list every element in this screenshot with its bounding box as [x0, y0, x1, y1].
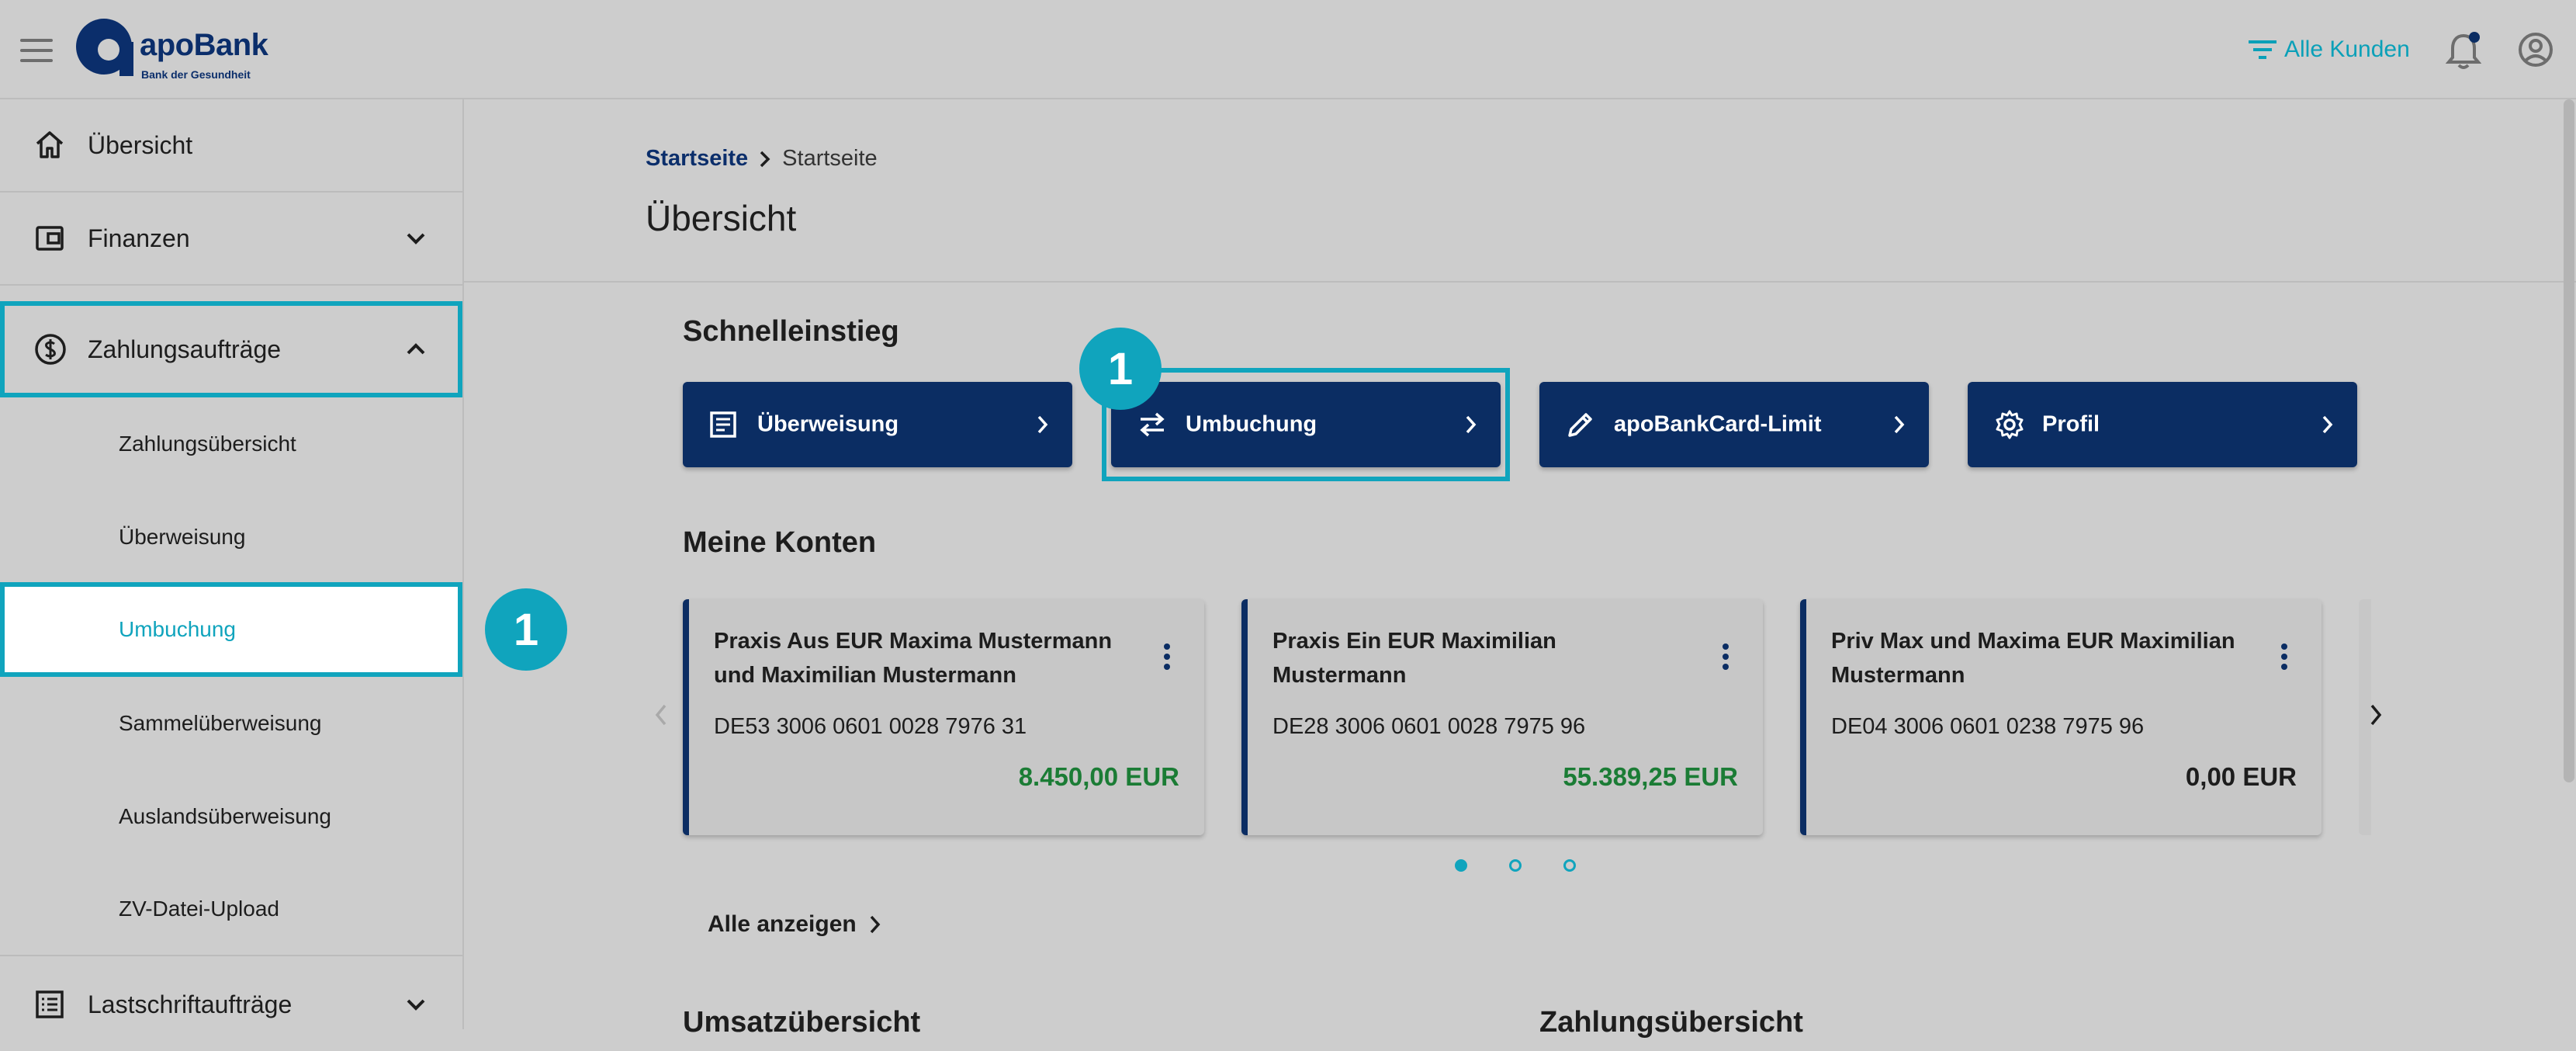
dollar-icon: [35, 334, 66, 365]
logo-text: apoBank: [140, 28, 268, 62]
transactions-overview-title: Umsatzübersicht: [683, 1006, 921, 1039]
account-name: Praxis Aus EUR Maxima Mustermann und Max…: [714, 629, 1113, 688]
sidebar-subitem-label: Zahlungsübersicht: [119, 432, 296, 456]
sidebar-item-label: Übersicht: [88, 130, 193, 159]
sidebar-item-finanzen[interactable]: Finanzen: [0, 193, 462, 286]
sidebar-item-label: Finanzen: [88, 224, 190, 252]
logo[interactable]: apoBank Bank der Gesundheit: [74, 17, 276, 87]
quick-button-label: Überweisung: [757, 411, 899, 437]
sidebar-subitem-zv-datei-upload[interactable]: ZV-Datei-Upload: [0, 863, 462, 956]
more-vert-icon[interactable]: [1162, 643, 1172, 671]
top-bar: apoBank Bank der Gesundheit Alle Kunden: [0, 0, 2576, 99]
sidebar-subitem-ueberweisung[interactable]: Überweisung: [0, 491, 462, 584]
notifications-button[interactable]: [2445, 31, 2482, 74]
sidebar-item-label: Lastschriftaufträge: [88, 990, 293, 1018]
account-name: Praxis Ein EUR Maximilian Mustermann: [1272, 629, 1556, 688]
quick-ueberweisung-button[interactable]: Überweisung: [683, 382, 1072, 467]
sidebar-subitem-label: Auslandsüberweisung: [119, 804, 331, 828]
quick-apobankcard-limit-button[interactable]: apoBankCard-Limit: [1539, 382, 1929, 467]
step-badge: 1: [485, 588, 567, 671]
more-vert-icon[interactable]: [2280, 643, 2289, 671]
carousel-prev-icon[interactable]: [654, 703, 668, 727]
account-iban: DE28 3006 0601 0028 7975 96: [1272, 714, 1586, 739]
pencil-icon: [1568, 413, 1592, 437]
show-all-label: Alle anzeigen: [708, 911, 857, 937]
account-balance: 0,00 EUR: [2185, 762, 2297, 791]
carousel-dot[interactable]: [1509, 859, 1522, 872]
sidebar-item-uebersicht[interactable]: Übersicht: [0, 99, 462, 193]
sidebar-subitem-label: Umbuchung: [119, 617, 236, 641]
chevron-right-icon: [1894, 415, 1905, 434]
breadcrumb: Startseite Startseite: [646, 146, 878, 172]
account-iban: DE04 3006 0601 0238 7975 96: [1831, 714, 2145, 739]
carousel-pagination: [1455, 859, 1618, 872]
show-all-accounts-link[interactable]: Alle anzeigen: [708, 911, 881, 938]
gear-icon: [1996, 410, 2024, 439]
account-iban: DE53 3006 0601 0028 7976 31: [714, 714, 1027, 739]
menu-icon[interactable]: [20, 39, 53, 62]
list-icon: [36, 990, 64, 1018]
sidebar-item-lastschriftauftraege[interactable]: Lastschriftaufträge: [0, 958, 462, 1051]
account-button[interactable]: [2517, 31, 2554, 72]
chevron-down-icon: [407, 999, 425, 1011]
account-balance: 8.450,00 EUR: [1018, 762, 1179, 791]
account-name: Priv Max und Maxima EUR Maximilian Muste…: [1831, 629, 2235, 688]
chevron-right-icon: [870, 915, 881, 934]
logo-subtitle: Bank der Gesundheit: [141, 68, 251, 81]
sidebar-subitem-umbuchung[interactable]: Umbuchung: [0, 582, 462, 677]
chevron-down-icon: [407, 233, 425, 245]
account-balance: 55.389,25 EUR: [1563, 762, 1738, 791]
step-badge: 1: [1079, 328, 1162, 410]
page-scrollbar[interactable]: [2564, 99, 2574, 782]
sidebar-subitem-label: Sammelüberweisung: [119, 711, 322, 735]
chevron-right-icon: [2322, 415, 2333, 434]
breadcrumb-home-link[interactable]: Startseite: [646, 146, 748, 172]
carousel-dot[interactable]: [1563, 859, 1576, 872]
payment-overview-title: Zahlungsübersicht: [1539, 1006, 1803, 1039]
sidebar-item-zahlungsauftraege[interactable]: Zahlungsaufträge: [0, 301, 462, 397]
carousel-next-icon[interactable]: [2369, 703, 2383, 727]
breadcrumb-current: Startseite: [782, 146, 878, 171]
sidebar-subitem-zahlungsuebersicht[interactable]: Zahlungsübersicht: [0, 397, 462, 491]
quick-access-title: Schnelleinstieg: [683, 315, 899, 348]
account-card[interactable]: Praxis Ein EUR Maximilian Mustermann DE2…: [1241, 599, 1763, 835]
home-icon: [36, 131, 64, 158]
carousel-dot[interactable]: [1455, 859, 1467, 872]
page-title: Übersicht: [646, 198, 797, 238]
more-vert-icon[interactable]: [1721, 643, 1730, 671]
chevron-right-icon: [759, 150, 771, 168]
sidebar-item-label: Zahlungsaufträge: [88, 335, 282, 363]
wallet-icon: [36, 226, 64, 251]
quick-button-label: Profil: [2042, 411, 2100, 437]
filter-button[interactable]: Alle Kunden: [2249, 36, 2410, 64]
chevron-up-icon: [407, 343, 425, 355]
transfer-icon: [1140, 412, 1165, 437]
sidebar-subitem-sammelueberweisung[interactable]: Sammelüberweisung: [0, 677, 462, 770]
filter-label: Alle Kunden: [2284, 36, 2410, 62]
document-icon: [710, 411, 736, 438]
account-card[interactable]: Praxis Aus EUR Maxima Mustermann und Max…: [683, 599, 1204, 835]
quick-profil-button[interactable]: Profil: [1968, 382, 2357, 467]
logo-icon: [76, 19, 133, 76]
chevron-right-icon: [1466, 415, 1477, 434]
chevron-right-icon: [1037, 415, 1048, 434]
accounts-title: Meine Konten: [683, 526, 877, 559]
quick-button-label: apoBankCard-Limit: [1614, 411, 1822, 437]
page-header: Startseite Startseite Übersicht: [464, 99, 2576, 283]
quick-button-label: Umbuchung: [1186, 411, 1317, 437]
quick-umbuchung-button[interactable]: Umbuchung: [1111, 382, 1501, 467]
sidebar-subitem-label: ZV-Datei-Upload: [119, 897, 279, 921]
bell-icon: [2445, 32, 2482, 69]
user-icon: [2519, 33, 2553, 67]
account-card[interactable]: Priv Max und Maxima EUR Maximilian Muste…: [1800, 599, 2322, 835]
sidebar: Übersicht Finanzen Zahlungsaufträge Zahl…: [0, 99, 464, 1029]
sidebar-subitem-label: Überweisung: [119, 525, 246, 549]
filter-icon: [2249, 40, 2277, 59]
sidebar-subitem-auslandsueberweisung[interactable]: Auslandsüberweisung: [0, 770, 462, 863]
